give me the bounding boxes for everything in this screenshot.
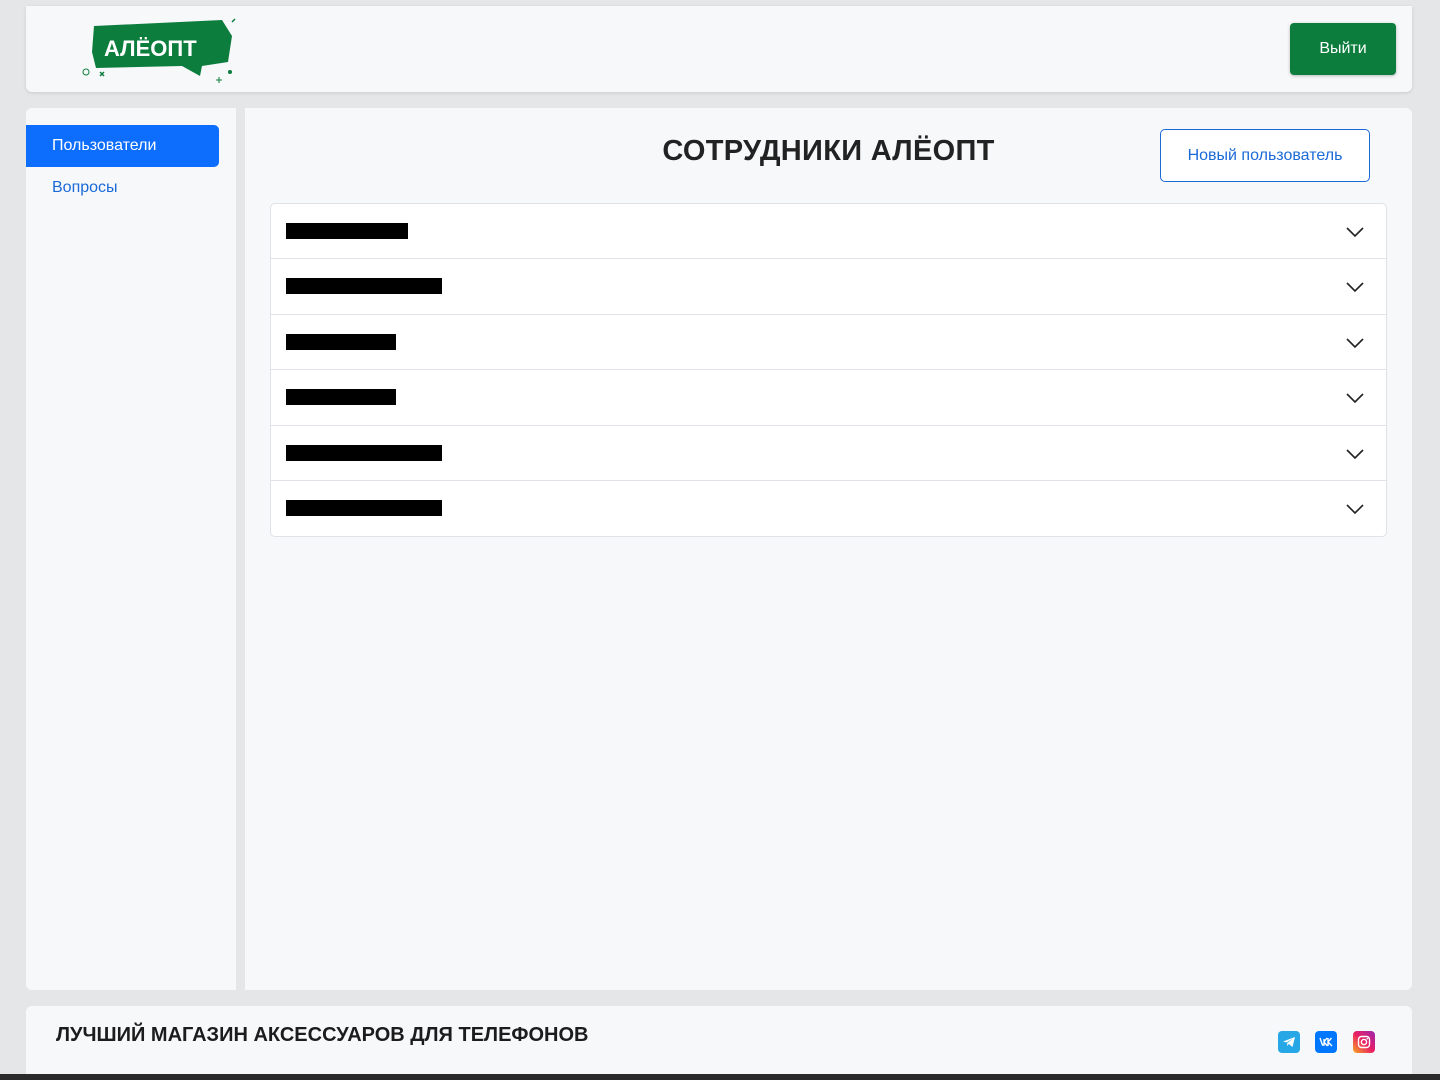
employee-row[interactable]: ████████ [271, 315, 1386, 371]
chevron-down-icon[interactable] [1346, 223, 1364, 241]
main-content: СОТРУДНИКИ АЛЁОПТ Новый пользователь ███… [245, 108, 1412, 990]
employees-accordion: █████████ ████████████ ████████ ████████… [270, 203, 1387, 538]
employee-row[interactable]: █████████ [271, 204, 1386, 260]
employee-name: ████████████ [286, 499, 442, 516]
logo-text: АЛЁОПТ [104, 36, 197, 61]
footer-slogan: ЛУЧШИЙ МАГАЗИН АКСЕССУАРОВ ДЛЯ ТЕЛЕФОНОВ [56, 1024, 589, 1046]
new-user-button[interactable]: Новый пользователь [1160, 129, 1370, 182]
employee-row[interactable]: ████████ [271, 370, 1386, 426]
vk-icon[interactable] [1315, 1031, 1337, 1053]
employee-row[interactable]: ████████████ [271, 481, 1386, 536]
employee-name: ████████████ [286, 444, 442, 461]
footer: ЛУЧШИЙ МАГАЗИН АКСЕССУАРОВ ДЛЯ ТЕЛЕФОНОВ [26, 1006, 1412, 1080]
aleopt-logo[interactable]: АЛЁОПТ [82, 16, 242, 84]
sidebar: Пользователи Вопросы [26, 108, 236, 990]
employee-name: ████████████ [286, 278, 442, 295]
employee-name: ████████ [286, 333, 396, 350]
chevron-down-icon[interactable] [1346, 445, 1364, 463]
employee-name: ████████ [286, 389, 396, 406]
bottom-bar [0, 1074, 1440, 1080]
chevron-down-icon[interactable] [1346, 389, 1364, 407]
chevron-down-icon[interactable] [1346, 278, 1364, 296]
logout-button[interactable]: Выйти [1290, 23, 1396, 75]
sidebar-item-questions[interactable]: Вопросы [26, 167, 219, 209]
instagram-icon[interactable] [1353, 1031, 1375, 1053]
sidebar-item-users[interactable]: Пользователи [26, 125, 219, 167]
telegram-icon[interactable] [1278, 1031, 1300, 1053]
header: АЛЁОПТ Выйти [26, 6, 1412, 92]
employee-name: █████████ [286, 223, 408, 239]
employee-row[interactable]: ████████████ [271, 426, 1386, 481]
chevron-down-icon[interactable] [1346, 500, 1364, 518]
employee-row[interactable]: ████████████ [271, 259, 1386, 315]
chevron-down-icon[interactable] [1346, 334, 1364, 352]
